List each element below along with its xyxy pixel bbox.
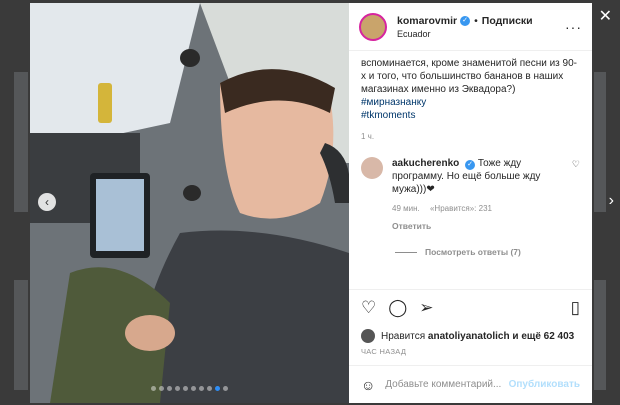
carousel-dot [167,386,172,391]
carousel-dot [207,386,212,391]
hashtag[interactable]: #tkmoments [361,109,580,122]
comment-meta: 49 мин. «Нравится»: 231 [392,202,566,215]
likes-count[interactable]: и ещё 62 403 [512,331,574,342]
close-icon[interactable]: ✕ [599,6,612,26]
comment-likes[interactable]: «Нравится»: 231 [430,204,492,213]
post-age: ЧАС НАЗАД [361,347,407,356]
post-header: komarovmir ✓ • Подписки Ecuador ··· [349,3,592,51]
comment-input[interactable]: Добавьте комментарий... [385,379,508,390]
reply-button[interactable]: Ответить [392,220,566,233]
carousel-dot [183,386,188,391]
background-tile [14,72,28,212]
post-sidebar: komarovmir ✓ • Подписки Ecuador ··· вспо… [349,3,592,403]
likes-summary: Нравится anatoliyanatolich и ещё 62 403 [349,325,592,347]
replies-divider [395,251,417,253]
action-bar: ♡ ◯ ➢ ▯ [349,289,592,325]
background-tile [594,72,606,212]
verified-icon: ✓ [465,160,476,170]
cockpit-photo [30,3,349,403]
post-photo[interactable]: ‹ [30,3,349,403]
next-post-icon[interactable]: › [609,192,614,210]
carousel-dot [159,386,164,391]
carousel-dot [191,386,196,391]
publish-button[interactable]: Опубликовать [509,379,580,390]
hashtag[interactable]: #мирназнанку [361,96,580,109]
post-modal: ‹ komarovmir ✓ • Подписки Ecuador ··· вс… [30,3,592,403]
verified-icon: ✓ [460,15,471,26]
header-text: komarovmir ✓ • Подписки Ecuador [397,15,565,39]
more-options-icon[interactable]: ··· [565,19,582,35]
post-location[interactable]: Ecuador [397,29,565,39]
carousel-dots [30,386,349,391]
share-icon[interactable]: ➢ [419,298,433,318]
liker-avatar [361,329,375,343]
author-username[interactable]: komarovmir [397,15,457,27]
commenter-username[interactable]: aakucherenko [392,158,459,169]
previous-image-icon[interactable]: ‹ [38,193,56,211]
header-line: komarovmir ✓ • Подписки [397,15,565,27]
like-comment-icon[interactable]: ♡ [572,159,580,233]
background-tile [14,280,28,390]
emoji-icon[interactable]: ☺ [361,377,375,393]
comment-icon[interactable]: ◯ [388,298,407,318]
add-comment-bar: ☺ Добавьте комментарий... Опубликовать [349,365,592,403]
caption-time: 1 ч. [361,132,375,141]
carousel-dot-active [215,386,220,391]
view-replies-label[interactable]: Посмотреть ответы (7) [425,247,521,257]
follow-button[interactable]: Подписки [482,15,533,27]
background-tile [594,280,606,390]
carousel-dot [199,386,204,391]
separator-dot: • [474,14,478,27]
post-caption: вспоминается, кроме знаменитой песни из … [361,57,580,122]
heart-icon[interactable]: ♡ [361,298,376,318]
liker-username[interactable]: anatoliyanatolich [428,331,510,342]
carousel-dot [175,386,180,391]
view-replies-button[interactable]: Посмотреть ответы (7) [395,247,580,257]
caption-text: вспоминается, кроме знаменитой песни из … [361,58,577,95]
carousel-dot [223,386,228,391]
carousel-dot [151,386,156,391]
commenter-avatar[interactable] [361,157,383,179]
comment-body: aakucherenko ✓ Тоже жду программу. Но ещ… [392,157,566,233]
likes-prefix: Нравится [381,330,426,342]
bookmark-icon[interactable]: ▯ [571,298,580,318]
comments-area[interactable]: вспоминается, кроме знаменитой песни из … [349,51,592,289]
comment-item: aakucherenko ✓ Тоже жду программу. Но ещ… [361,157,580,233]
author-avatar[interactable] [359,12,387,41]
comment-time: 49 мин. [392,204,420,213]
